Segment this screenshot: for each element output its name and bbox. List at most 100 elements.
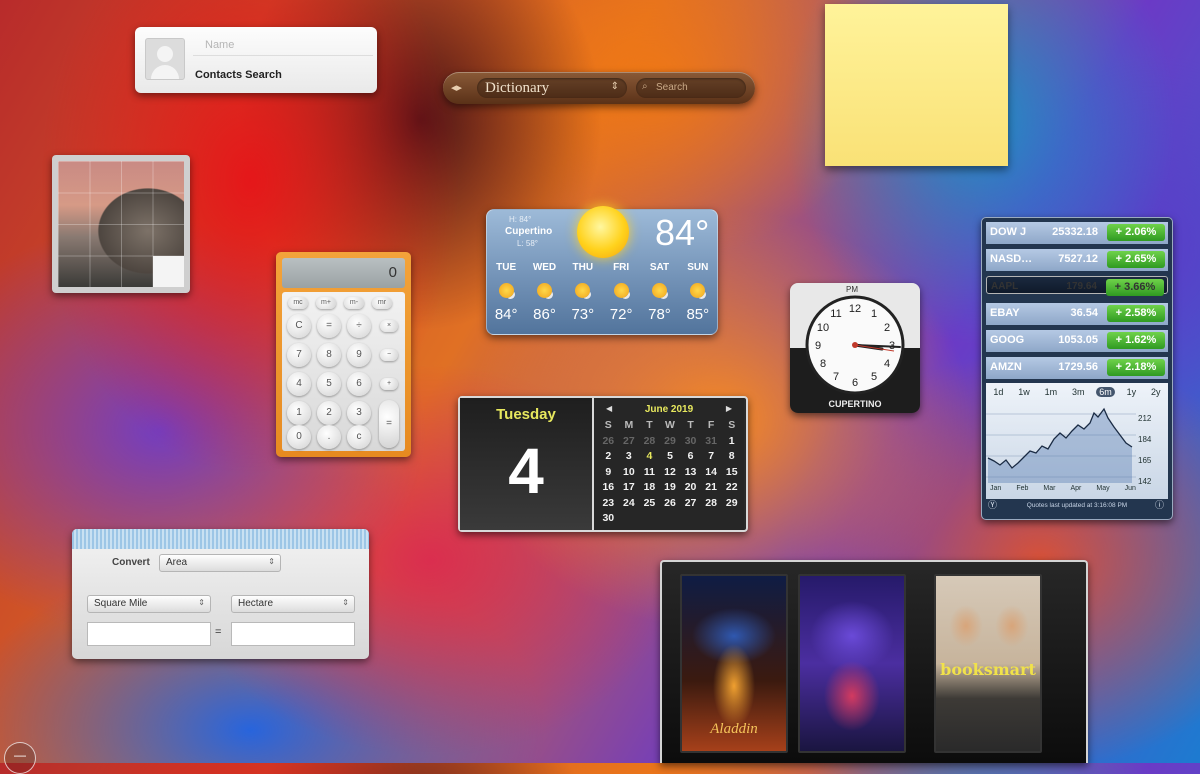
stock-symbol: AMZN (990, 361, 1022, 373)
calculator-widget: 0 mc m+ m- mr C = ÷ × 7 8 9 − 4 5 6 + 1 … (276, 252, 411, 457)
movie-poster[interactable]: booksmart (934, 574, 1042, 753)
calc-mplus-button[interactable]: m+ (316, 297, 336, 309)
calendar-date: 28 (643, 434, 656, 447)
calc-6-button[interactable]: 6 (347, 372, 371, 396)
calc-equal-sign-button[interactable]: = (317, 314, 341, 338)
movie-poster[interactable]: Aladdin (680, 574, 788, 753)
calc-multiply-button[interactable]: × (380, 320, 398, 332)
svg-text:11: 11 (830, 308, 841, 320)
stock-row[interactable]: AMZN 1729.56 + 2.18% (986, 357, 1168, 379)
calc-4-button[interactable]: 4 (287, 372, 311, 396)
info-icon[interactable]: ⓘ (1155, 498, 1164, 511)
sticky-note-widget[interactable] (825, 4, 1008, 166)
svg-text:1: 1 (871, 308, 877, 320)
calendar-date: 10 (623, 465, 635, 478)
calendar-date: 18 (643, 481, 656, 493)
converter-header (72, 529, 369, 549)
to-value-input[interactable] (231, 622, 355, 646)
weather-current-temp: 84° (655, 212, 710, 253)
calendar-date: 16 (602, 481, 615, 493)
manage-widgets-button[interactable]: — (4, 742, 36, 774)
stock-change-badge[interactable]: + 2.58% (1107, 305, 1165, 322)
calc-plus-button[interactable]: + (380, 378, 398, 390)
svg-text:12: 12 (849, 303, 861, 315)
stock-change-badge[interactable]: + 1.62% (1107, 332, 1165, 349)
stock-change-badge[interactable]: + 3.66% (1106, 279, 1164, 296)
movie-poster[interactable] (798, 574, 906, 753)
yahoo-logo-icon[interactable]: Ⓨ (988, 498, 997, 511)
from-unit-value: Square Mile (94, 598, 148, 609)
calc-decimal-button[interactable]: . (317, 425, 341, 449)
stock-row-selected[interactable]: AAPL 179.64 + 3.66% (986, 276, 1168, 296)
calc-mc-button[interactable]: mc (288, 297, 308, 309)
calc-equals-button[interactable]: = (379, 400, 399, 448)
stock-row[interactable]: GOOG 1053.05 + 1.62% (986, 330, 1168, 352)
stock-price: 25332.18 (1052, 226, 1098, 238)
updown-chevron-icon: ⇕ (342, 598, 349, 607)
calendar-dow: S (604, 419, 612, 431)
updown-chevron-icon: ⇕ (610, 81, 619, 92)
contacts-name-field[interactable]: Name (193, 39, 373, 56)
back-forward-arrows-icon[interactable]: ◂▸ (451, 81, 462, 94)
calc-8-button[interactable]: 8 (317, 343, 341, 367)
svg-text:9: 9 (815, 340, 821, 352)
stock-change-badge[interactable]: + 2.06% (1107, 224, 1165, 241)
stocks-footer: Quotes last updated at 3:16:08 PM (986, 501, 1168, 517)
calendar-date: 27 (623, 434, 635, 447)
convert-label: Convert (112, 557, 150, 568)
to-unit-select[interactable]: Hectare ⇕ (231, 595, 355, 613)
stock-row[interactable]: NASD… 7527.12 + 2.65% (986, 249, 1168, 271)
x-tick: Jan (990, 485, 1002, 492)
calendar-date: 21 (705, 481, 717, 493)
calc-5-button[interactable]: 5 (317, 372, 341, 396)
stock-x-axis: Jan Feb Mar Apr May Jun (990, 485, 1136, 492)
next-month-icon[interactable]: ▶ (726, 404, 732, 413)
tile-puzzle-widget[interactable] (52, 155, 190, 293)
movies-widget: Aladdin booksmart (660, 560, 1088, 763)
contacts-label: Contacts Search (195, 69, 282, 81)
calendar-date: 3 (625, 450, 632, 462)
unit-converter-widget: Convert Area ⇕ Square Mile ⇕ Hectare ⇕ = (72, 529, 369, 659)
forecast-day: THU (572, 262, 594, 273)
calc-2-button[interactable]: 2 (317, 401, 341, 425)
calendar-date: 31 (705, 434, 717, 447)
calc-clear-entry-button[interactable]: c (347, 425, 371, 449)
forecast-temp: 85° (686, 306, 710, 323)
calc-divide-button[interactable]: ÷ (347, 314, 371, 338)
weather-widget[interactable]: H: 84° Cupertino L: 58° 84° TUE WED THU … (486, 206, 718, 335)
from-unit-select[interactable]: Square Mile ⇕ (87, 595, 211, 613)
calc-mr-button[interactable]: mr (372, 297, 392, 309)
calc-minus-button[interactable]: − (380, 349, 398, 361)
calendar-date: 26 (602, 434, 615, 447)
calc-0-button[interactable]: 0 (287, 425, 311, 449)
calc-1-button[interactable]: 1 (287, 401, 311, 425)
stock-change-badge[interactable]: + 2.18% (1107, 359, 1165, 376)
calendar-widget[interactable]: Tuesday 4 ◀ June 2019 ▶ S M T W T F S 26… (458, 396, 748, 532)
calc-clear-button[interactable]: C (287, 314, 311, 338)
dictionary-search-field[interactable]: ⌕ Search (636, 78, 746, 98)
stock-change-badge[interactable]: + 2.65% (1107, 251, 1165, 268)
stock-row[interactable]: DOW J 25332.18 + 2.06% (986, 222, 1168, 244)
calc-mminus-button[interactable]: m- (344, 297, 364, 309)
dictionary-search-placeholder: Search (656, 82, 688, 93)
calc-3-button[interactable]: 3 (347, 401, 371, 425)
sun-icon (577, 206, 629, 258)
calendar-today-panel: Tuesday 4 (460, 398, 594, 530)
dictionary-source-select[interactable]: Dictionary ⇕ (477, 78, 627, 98)
calendar-date: 11 (643, 465, 655, 478)
stocks-widget: DOW J 25332.18 + 2.06% NASD… 7527.12 + 2… (981, 217, 1173, 520)
calendar-date: 27 (684, 496, 697, 509)
calendar-date: 6 (687, 450, 694, 462)
calendar-date: 13 (684, 465, 697, 478)
calc-7-button[interactable]: 7 (287, 343, 311, 367)
stock-row[interactable]: EBAY 36.54 + 2.58% (986, 303, 1168, 325)
stock-price: 1053.05 (1058, 334, 1098, 346)
partly-sunny-icon (679, 283, 717, 301)
svg-text:5: 5 (871, 371, 877, 383)
category-select[interactable]: Area ⇕ (159, 554, 281, 572)
calc-9-button[interactable]: 9 (347, 343, 371, 367)
from-value-input[interactable] (87, 622, 211, 646)
x-tick: Feb (1016, 485, 1029, 492)
world-clock-widget[interactable]: PM 1212 345 678 91011 CUPERTINO (790, 283, 920, 413)
dictionary-widget: ◂▸ Dictionary ⇕ ⌕ Search (443, 72, 755, 104)
